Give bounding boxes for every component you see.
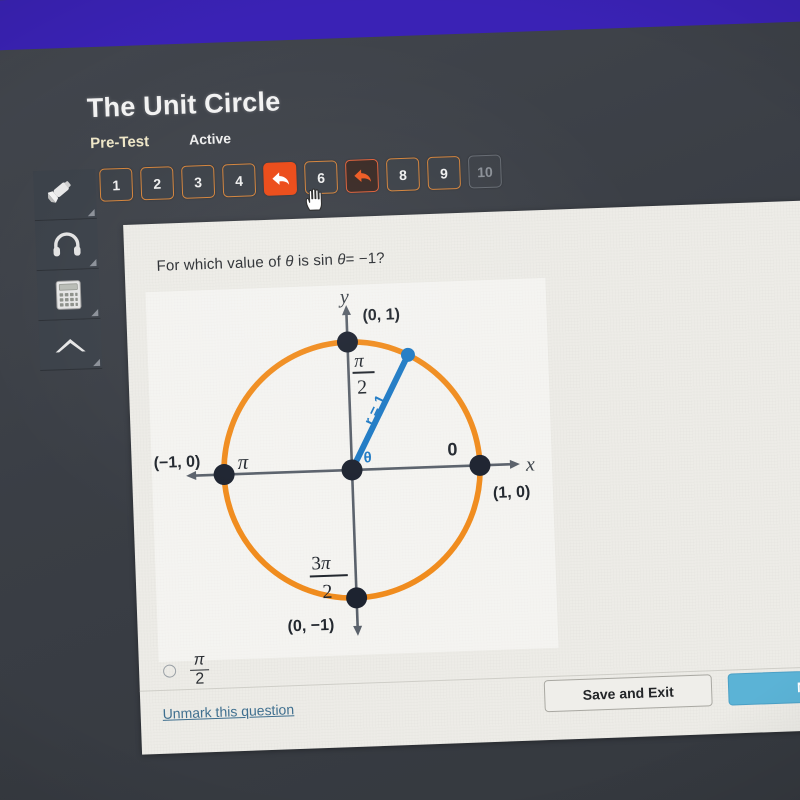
answer-option-fraction: π 2 xyxy=(189,651,209,689)
question-prompt-part1: For which value of xyxy=(156,253,286,275)
svg-text:2: 2 xyxy=(322,581,333,603)
next-button[interactable]: Next xyxy=(727,667,800,706)
question-nav-label: 4 xyxy=(234,172,244,189)
question-nav-button-10-disabled: 10 xyxy=(467,154,503,189)
svg-text:3π: 3π xyxy=(311,553,331,575)
question-nav-button-3[interactable]: 3 xyxy=(181,164,216,199)
back-arrow-icon xyxy=(271,172,289,185)
svg-text:π: π xyxy=(354,350,365,371)
audio-tool-button[interactable] xyxy=(34,218,99,272)
question-nav-button-7-flagged[interactable] xyxy=(344,158,380,194)
question-prompt-part3: = −1? xyxy=(345,249,385,269)
assessment-type-label: Pre-Test xyxy=(89,133,150,153)
question-nav-label: 2 xyxy=(152,175,162,192)
angle-label-pi-over-2: π 2 xyxy=(352,350,375,399)
save-and-exit-button[interactable]: Save and Exit xyxy=(543,674,713,713)
question-prompt-part2: is sin xyxy=(293,251,338,270)
key-points xyxy=(213,331,491,609)
question-nav-button-4[interactable]: 4 xyxy=(222,163,257,198)
question-nav-button-8[interactable]: 8 xyxy=(385,157,421,192)
point-neg1-0 xyxy=(213,464,235,486)
origin-point xyxy=(341,459,363,481)
x-axis-label: x xyxy=(525,453,536,475)
angle-label-pi: π xyxy=(237,450,249,474)
fraction-numerator: π xyxy=(189,651,209,672)
unit-circle-svg: y x (0, 1) (1, 0) (−1, 0) (0, −1) π 0 π … xyxy=(153,286,536,636)
back-arrow-icon xyxy=(353,169,371,182)
point-0-1 xyxy=(336,331,358,353)
unmark-question-link[interactable]: Unmark this question xyxy=(162,701,294,722)
question-nav-button-5-current[interactable] xyxy=(262,161,298,196)
question-nav-label: 10 xyxy=(476,163,494,180)
coord-label-0-1: (0, 1) xyxy=(362,306,400,324)
point-0-neg1 xyxy=(346,587,368,609)
highlighter-tool-button[interactable] xyxy=(33,168,97,222)
assessment-status-label: Active xyxy=(188,130,232,148)
question-nav-button-6[interactable]: 6 xyxy=(303,160,339,195)
question-nav-button-9[interactable]: 9 xyxy=(426,155,462,191)
question-nav-label: 9 xyxy=(439,164,449,182)
theta-label: θ xyxy=(363,449,372,466)
coord-label-1-0: (1, 0) xyxy=(493,484,531,502)
headphones-icon xyxy=(53,231,81,256)
unit-circle-figure: y x (0, 1) (1, 0) (−1, 0) (0, −1) π 0 π … xyxy=(145,277,559,663)
y-axis-label: y xyxy=(337,286,349,308)
question-nav-label: 6 xyxy=(316,169,326,186)
question-nav-label: 1 xyxy=(111,176,121,193)
chevron-up-icon xyxy=(55,338,86,352)
calculator-icon xyxy=(55,279,82,310)
answer-option-pi-over-2[interactable]: π 2 xyxy=(162,651,209,689)
highlighter-icon xyxy=(47,180,71,203)
question-nav-label: 8 xyxy=(398,166,408,183)
question-nav-button-2[interactable]: 2 xyxy=(140,166,175,201)
question-card: For which value of θ is sin θ= −1? y x (… xyxy=(123,198,800,755)
fraction-denominator: 2 xyxy=(195,670,205,689)
question-prompt: For which value of θ is sin θ= −1? xyxy=(156,250,385,275)
coord-label-neg1-0: (−1, 0) xyxy=(153,453,200,472)
calculator-tool-button[interactable] xyxy=(36,268,101,322)
question-nav-label: 3 xyxy=(193,173,203,190)
answer-radio-button[interactable] xyxy=(162,664,177,679)
point-1-0 xyxy=(469,454,491,476)
collapse-tool-button[interactable] xyxy=(38,318,103,372)
coord-label-0-neg1: (0, −1) xyxy=(287,617,334,636)
tool-rail xyxy=(33,168,103,372)
screen-photo: iptive) The Unit Circle Pre-Test Active xyxy=(0,0,800,800)
screen: iptive) The Unit Circle Pre-Test Active xyxy=(0,0,800,800)
svg-text:2: 2 xyxy=(357,376,368,398)
angle-label-zero: 0 xyxy=(447,439,458,459)
question-nav-button-1[interactable]: 1 xyxy=(99,167,134,202)
